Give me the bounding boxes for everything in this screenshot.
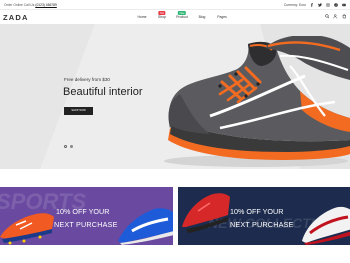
top-bar-right: Currency: Euro <box>284 2 346 7</box>
main-header: ZADA Home Hot Shop New Product Blog Page… <box>0 10 350 24</box>
nav-label: Product <box>176 15 188 19</box>
pinterest-icon[interactable] <box>334 2 338 7</box>
promo-banner-1[interactable]: SPORTS 10% OFF YOUR NEXT PURCHASE <box>0 187 173 245</box>
nav-item-product[interactable]: New Product <box>172 11 192 19</box>
cart-icon[interactable] <box>342 14 347 19</box>
user-icon[interactable] <box>333 14 338 19</box>
shop-now-button[interactable]: SHOP NOW <box>64 107 93 115</box>
football-boot-image <box>302 206 350 245</box>
slider-dot-1[interactable] <box>64 144 68 149</box>
slider-dot-2[interactable] <box>70 145 74 148</box>
nav-label: Shop <box>158 15 166 19</box>
nav-label: Blog <box>198 15 206 19</box>
nav-item-shop[interactable]: Hot Shop <box>152 11 172 19</box>
promo-banner-2[interactable]: NEW COLLECTION 10% OFF YOUR NEXT PURCHAS… <box>178 187 350 245</box>
youtube-icon[interactable] <box>342 3 346 7</box>
banner-subtitle: NEXT PURCHASE <box>230 220 294 229</box>
top-bar-promo: Order Online Call Us (0123) 456789 <box>4 3 57 7</box>
banner-subtitle: NEXT PURCHASE <box>54 220 118 229</box>
phone-link[interactable]: (0123) 456789 <box>35 3 56 7</box>
nav-item-blog[interactable]: Blog <box>192 15 212 19</box>
top-bar: Order Online Call Us (0123) 456789 Curre… <box>0 0 350 10</box>
hero-title: Beautiful interior <box>63 86 143 98</box>
banner-offer: 10% OFF YOUR <box>56 207 110 216</box>
nav-label: Home <box>137 15 147 19</box>
header-icons <box>324 14 347 19</box>
nav-item-home[interactable]: Home <box>132 15 152 19</box>
football-boot-image <box>182 193 230 233</box>
hot-badge: Hot <box>158 11 166 15</box>
site-logo[interactable]: ZADA <box>3 13 29 22</box>
search-icon[interactable] <box>324 14 330 19</box>
nav-label: Pages <box>217 15 227 19</box>
hero-slider: Free delivery from $30 Beautiful interio… <box>0 24 350 169</box>
banner-offer: 10% OFF YOUR <box>230 207 284 216</box>
slider-dots <box>64 144 74 149</box>
football-boot-image <box>118 208 173 245</box>
promo-text: Order Online Call Us <box>4 3 35 7</box>
new-badge: New <box>177 11 187 15</box>
currency-selector[interactable]: Currency: Euro <box>284 3 306 7</box>
nav-item-pages[interactable]: Pages <box>212 15 232 19</box>
football-boot-image <box>0 213 54 245</box>
main-nav: Home Hot Shop New Product Blog Pages <box>132 11 232 19</box>
instagram-icon[interactable] <box>326 2 330 7</box>
facebook-icon[interactable] <box>310 2 314 7</box>
twitter-icon[interactable] <box>318 2 322 7</box>
hero-subtitle: Free delivery from $30 <box>64 77 110 82</box>
sneaker-image <box>164 36 350 167</box>
